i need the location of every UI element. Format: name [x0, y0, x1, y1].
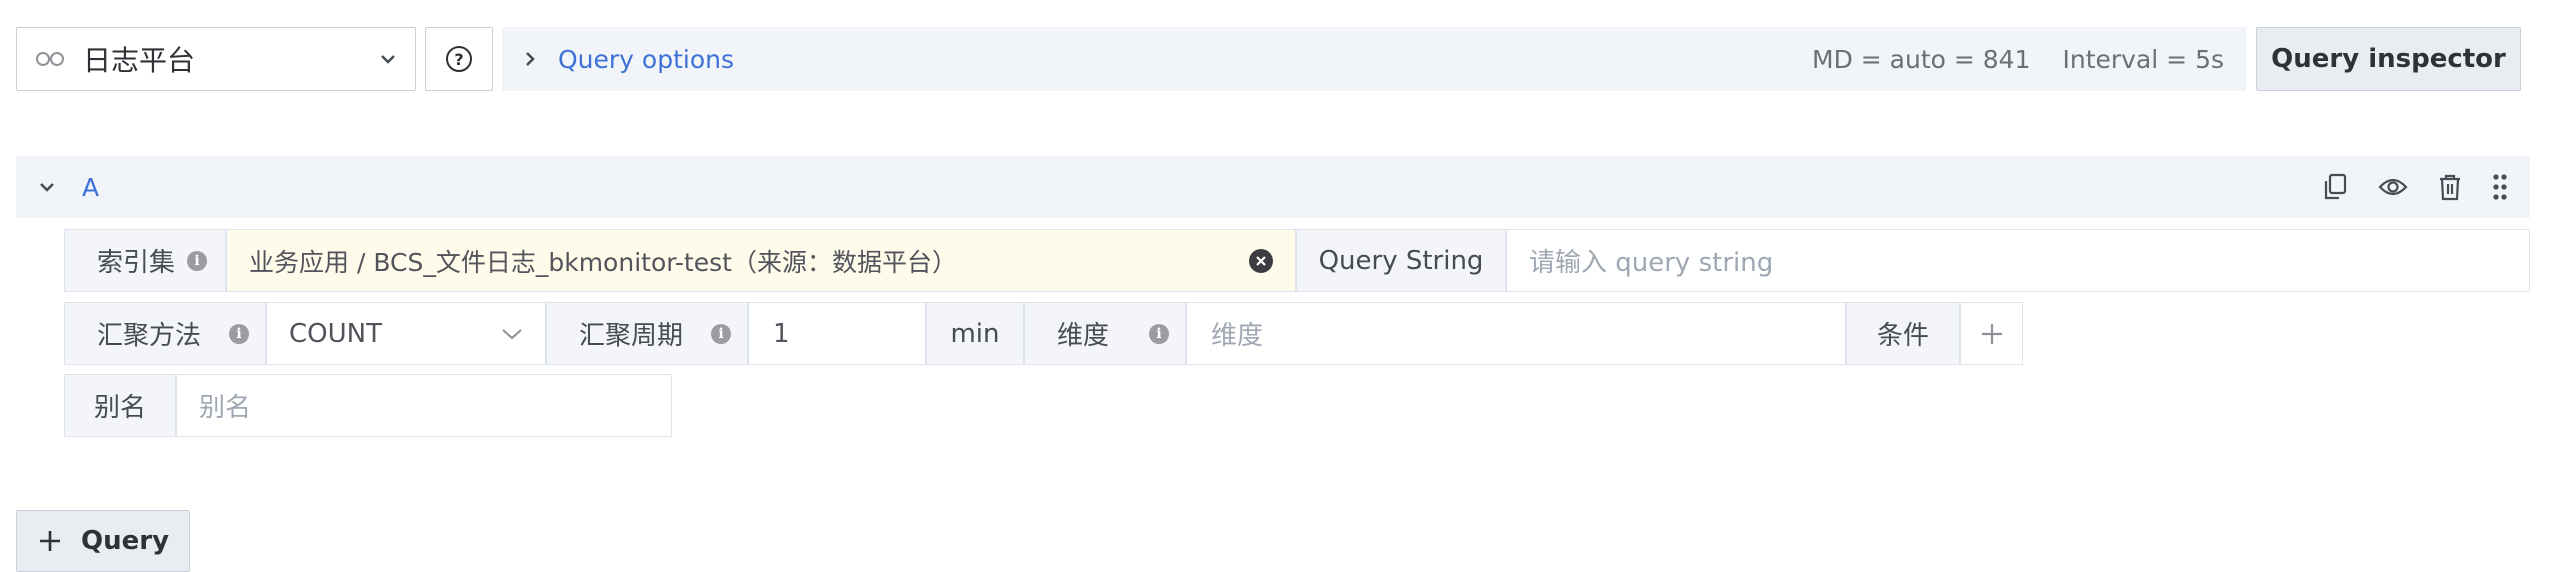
- help-symbol: ?: [454, 49, 464, 69]
- agg-period-input[interactable]: 1: [748, 302, 926, 365]
- agg-period-unit-text: min: [950, 318, 1000, 349]
- chevron-down-icon: [501, 328, 523, 340]
- query-row-header: A: [16, 156, 2530, 218]
- query-string-input[interactable]: 请输入 query string: [1506, 229, 2530, 292]
- index-set-select[interactable]: 业务应用 / BCS_文件日志_bkmonitor-test（来源：数据平台）: [226, 229, 1296, 292]
- help-button[interactable]: ?: [425, 27, 493, 91]
- query-options-link[interactable]: Query options: [558, 45, 734, 74]
- interval-value: Interval = 5s: [2062, 44, 2224, 74]
- info-icon: i: [711, 323, 731, 344]
- trash-icon[interactable]: [2438, 173, 2462, 201]
- agg-method-value: COUNT: [289, 318, 382, 349]
- alias-placeholder: 别名: [199, 393, 252, 423]
- query-options-bar: Query options MD = auto = 841 Interval =…: [502, 27, 2246, 91]
- index-set-label: 索引集: [97, 248, 176, 278]
- chevron-right-icon[interactable]: [524, 50, 536, 68]
- plus-icon: [1980, 322, 2004, 346]
- alias-label-cell: 别名: [64, 374, 176, 437]
- query-ref-id[interactable]: A: [82, 173, 99, 202]
- clear-icon[interactable]: [1249, 248, 1273, 273]
- row-actions: [2322, 173, 2508, 201]
- query-string-placeholder: 请输入 query string: [1529, 248, 1774, 278]
- datasource-name: 日志平台: [83, 44, 196, 77]
- query-inspector-button[interactable]: Query inspector: [2256, 27, 2521, 91]
- agg-period-label-cell: 汇聚周期 i: [546, 302, 748, 365]
- agg-period-value: 1: [773, 318, 790, 349]
- condition-label: 条件: [1876, 321, 1929, 351]
- help-icon: ?: [446, 46, 472, 72]
- query-inspector-label: Query inspector: [2271, 44, 2506, 74]
- duplicate-icon[interactable]: [2322, 173, 2348, 201]
- dimension-label-cell: 维度 i: [1024, 302, 1186, 365]
- chevron-down-icon: [379, 53, 397, 65]
- info-icon: i: [1149, 323, 1169, 344]
- query-string-label: Query String: [1318, 245, 1484, 276]
- add-query-button[interactable]: Query: [16, 510, 190, 572]
- datasource-picker[interactable]: 日志平台: [16, 27, 416, 91]
- alias-label: 别名: [93, 393, 146, 423]
- eye-icon[interactable]: [2378, 176, 2408, 198]
- drag-handle-icon[interactable]: [2492, 173, 2508, 201]
- plus-icon: [39, 530, 61, 552]
- info-icon: i: [229, 323, 249, 344]
- query-string-label-cell: Query String: [1296, 229, 1506, 292]
- index-set-label-cell: 索引集 i: [64, 229, 226, 292]
- agg-method-label-cell: 汇聚方法 i: [64, 302, 266, 365]
- add-condition-button[interactable]: [1960, 302, 2023, 365]
- index-set-value: 业务应用 / BCS_文件日志_bkmonitor-test（来源：数据平台）: [249, 247, 957, 277]
- collapse-chevron-icon[interactable]: [38, 181, 56, 193]
- agg-period-unit[interactable]: min: [926, 302, 1024, 365]
- condition-label-cell: 条件: [1846, 302, 1960, 365]
- add-query-label: Query: [81, 526, 170, 556]
- agg-method-select[interactable]: COUNT: [266, 302, 546, 365]
- dimension-input[interactable]: 维度: [1186, 302, 1846, 365]
- dimension-placeholder: 维度: [1211, 321, 1264, 351]
- dimension-label: 维度: [1057, 321, 1110, 351]
- agg-period-label: 汇聚周期: [579, 321, 684, 351]
- agg-method-label: 汇聚方法: [97, 321, 202, 351]
- md-value: MD = auto = 841: [1812, 44, 2031, 74]
- alias-input[interactable]: 别名: [176, 374, 672, 437]
- info-icon: i: [187, 250, 207, 271]
- datasource-icon: [35, 51, 65, 67]
